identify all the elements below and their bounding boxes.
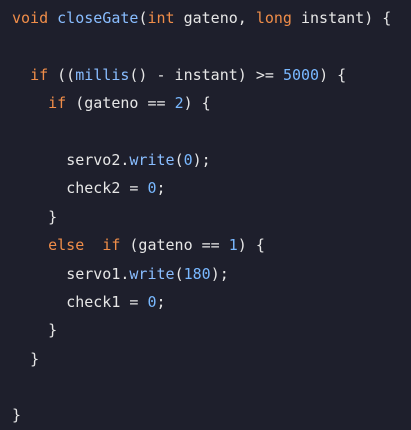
code-line: check1 = 0; <box>12 288 411 316</box>
code-block: void closeGate ( int gateno, long instant)… <box>0 0 411 424</box>
code-line: servo2.write(0); <box>12 146 411 174</box>
code-token-plain: } <box>12 406 22 425</box>
code-token-plain: (( <box>48 65 76 84</box>
code-token-keyword: if <box>102 236 121 255</box>
code-line: servo1.write(180); <box>12 260 411 288</box>
code-line: } <box>12 316 411 344</box>
code-token-plain: ; <box>156 179 166 198</box>
code-token-plain: ; <box>156 292 166 311</box>
code-token-plain: ) { <box>183 94 211 113</box>
code-token-plain: (gateno == <box>66 94 175 113</box>
code-token-number: 0 <box>183 150 193 169</box>
code-token-number: 5000 <box>282 65 320 84</box>
code-token-plain: check2 = <box>66 179 148 198</box>
code-token-number: 180 <box>183 264 211 283</box>
code-token-plain: } <box>48 207 58 226</box>
code-token-number: 1 <box>228 236 238 255</box>
code-token-number: 0 <box>147 179 157 198</box>
code-token-plain: () - instant) >= <box>129 65 283 84</box>
code-token-plain: (gateno == <box>120 236 229 255</box>
code-token-keyword: if <box>48 94 67 113</box>
code-token-plain: check1 = <box>66 292 148 311</box>
code-token-number: 0 <box>147 292 157 311</box>
code-token-function: write <box>129 150 175 169</box>
code-token-keyword: if <box>30 65 49 84</box>
code-line: if ((millis() - instant) >= 5000) { <box>12 61 411 89</box>
code-token-plain: ) { <box>319 65 347 84</box>
code-line: else if (gateno == 1) { <box>12 231 411 259</box>
code-token-number: 2 <box>174 94 184 113</box>
code-token-function: closeGate <box>57 9 139 27</box>
code-line: if (gateno == 2) { <box>12 89 411 117</box>
code-token-plain: instant) { <box>291 9 392 27</box>
code-line: } <box>12 345 411 373</box>
code-token-keyword: void <box>12 9 49 27</box>
code-token-plain: ) { <box>237 236 265 255</box>
code-token-function: write <box>129 264 175 283</box>
code-line: void closeGate(int gateno, long instant)… <box>12 4 411 32</box>
code-line: check2 = 0; <box>12 174 411 202</box>
code-token-plain: ); <box>192 150 211 169</box>
code-token-plain: ); <box>210 264 229 283</box>
code-token-keyword: long <box>255 9 292 27</box>
code-token-plain: ( <box>174 150 184 169</box>
code-line: } <box>12 401 411 429</box>
code-token-plain: gateno, <box>174 9 256 27</box>
code-token-plain: } <box>30 349 40 368</box>
code-token-plain: } <box>48 321 58 340</box>
code-line: } <box>12 203 411 231</box>
code-token-keyword: int <box>147 9 175 27</box>
code-token-function: millis <box>75 65 130 84</box>
code-token-plain: ( <box>174 264 184 283</box>
code-token-plain: servo1. <box>66 264 130 283</box>
code-token-plain: servo2. <box>66 150 130 169</box>
code-token-keyword: else <box>48 236 85 255</box>
